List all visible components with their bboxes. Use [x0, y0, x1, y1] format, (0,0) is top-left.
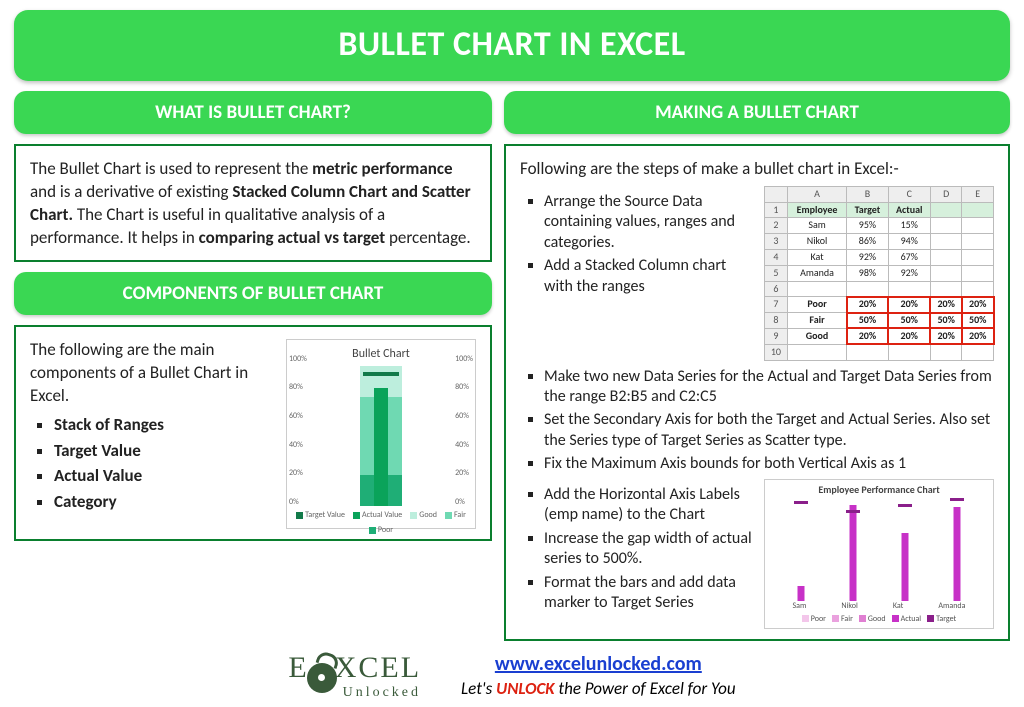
what-is-box: The Bullet Chart is used to represent th… [14, 144, 492, 262]
employee-performance-chart: Employee Performance Chart Sam Nikol Kat… [764, 479, 994, 629]
page-title: BULLET CHART IN EXCEL [14, 24, 1010, 65]
list-item: Set the Secondary Axis for both the Targ… [544, 410, 994, 451]
brand-logo: EXCEL Unlocked [288, 649, 421, 703]
list-item: Arrange the Source Data containing value… [544, 192, 754, 253]
list-item: Format the bars and add data marker to T… [544, 573, 754, 614]
website-link[interactable]: www.excelunlocked.com [495, 652, 702, 676]
section-header-what-is: WHAT IS BULLET CHART? [14, 91, 492, 134]
components-intro: The following are the main components of… [30, 339, 276, 408]
list-item: Add the Horizontal Axis Labels (emp name… [544, 485, 754, 526]
list-item: Actual Value [54, 465, 276, 488]
steps-list-top: Arrange the Source Data containing value… [520, 192, 754, 297]
list-item: Increase the gap width of actual series … [544, 529, 754, 570]
steps-intro: Following are the steps of make a bullet… [520, 158, 994, 180]
source-data-table: ABCDE 1EmployeeTargetActual 2Sam95%15% 3… [764, 186, 994, 361]
steps-list-mid: Make two new Data Series for the Actual … [520, 367, 994, 475]
list-item: Fix the Maximum Axis bounds for both Ver… [544, 454, 994, 474]
section-header-making: MAKING A BULLET CHART [504, 91, 1010, 134]
right-column: MAKING A BULLET CHART Following are the … [504, 91, 1010, 641]
lock-icon [307, 663, 337, 693]
components-box: The following are the main components of… [14, 325, 492, 541]
making-box: Following are the steps of make a bullet… [504, 144, 1010, 641]
list-item: Target Value [54, 440, 276, 463]
components-list: Stack of Ranges Target Value Actual Valu… [30, 414, 276, 515]
steps-list-bot: Add the Horizontal Axis Labels (emp name… [520, 485, 754, 614]
list-item: Stack of Ranges [54, 414, 276, 437]
section-header-components: COMPONENTS OF BULLET CHART [14, 272, 492, 315]
page-title-banner: BULLET CHART IN EXCEL [14, 10, 1010, 81]
bullet-chart-thumbnail: Bullet Chart 100%80%60%40%20%0% 100%80%6… [286, 339, 476, 529]
list-item: Category [54, 491, 276, 514]
list-item: Make two new Data Series for the Actual … [544, 367, 994, 408]
left-column: WHAT IS BULLET CHART? The Bullet Chart i… [14, 91, 492, 641]
what-is-text: The Bullet Chart is used to represent th… [30, 158, 476, 250]
footer-tagline: www.excelunlocked.com Let's UNLOCK the P… [461, 652, 736, 699]
list-item: Add a Stacked Column chart with the rang… [544, 256, 754, 297]
footer: EXCEL Unlocked www.excelunlocked.com Let… [14, 649, 1010, 703]
two-column-layout: WHAT IS BULLET CHART? The Bullet Chart i… [14, 91, 1010, 641]
